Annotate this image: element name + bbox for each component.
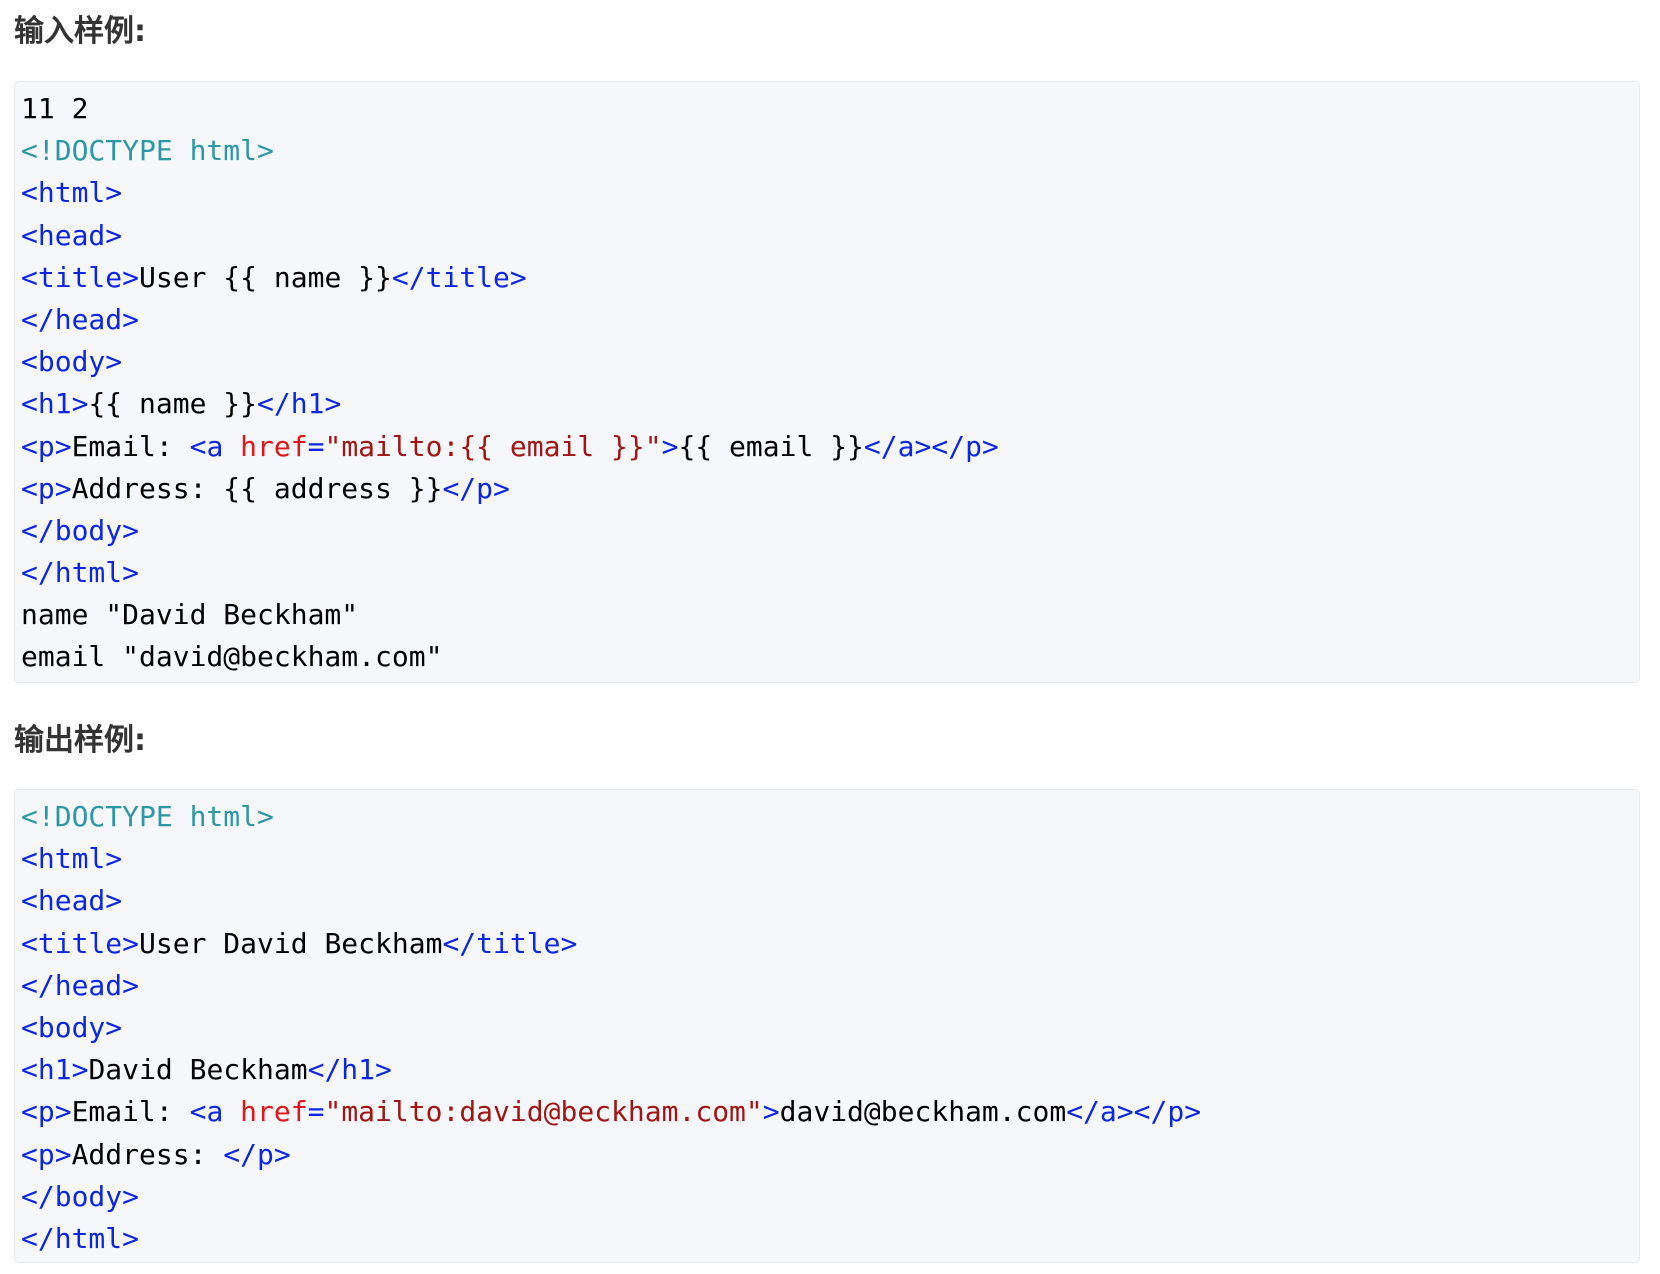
tag-token: </p> [442, 471, 510, 505]
tag-token: </h1> [257, 387, 342, 421]
attribute-value: "mailto:david@beckham.com" [324, 1095, 763, 1129]
tag-token: </a></p> [1066, 1095, 1202, 1129]
code-line: <body> [21, 341, 1639, 383]
code-line: </html> [21, 1218, 1639, 1260]
tag-token: > [762, 1095, 780, 1129]
tag-token: </title> [391, 260, 527, 294]
code-line: <head> [21, 215, 1639, 257]
code-line: <html> [21, 172, 1639, 214]
code-text: David Beckham [88, 1053, 308, 1087]
code-line: </body> [21, 510, 1639, 552]
tag-token: </h1> [307, 1053, 392, 1087]
tag-token: </p> [223, 1137, 291, 1171]
code-line: email "david@beckham.com" [21, 636, 1639, 678]
tag-token: </a></p> [863, 429, 999, 463]
tag-token: <p> [21, 429, 72, 463]
tag-token: <head> [21, 218, 123, 252]
code-text: User David Beckham [139, 926, 443, 960]
code-text: email "david@beckham.com" [21, 640, 443, 674]
tag-token: <h1> [21, 387, 89, 421]
tag-token: <h1> [21, 1053, 89, 1087]
code-text: name "David Beckham" [21, 598, 359, 632]
code-line: <title>User David Beckham</title> [21, 923, 1639, 965]
input-sample-code-block: 11 2 <!DOCTYPE html> <html> <head> <title>Us… [14, 81, 1640, 683]
tag-token: </head> [21, 968, 140, 1002]
tag-token: </head> [21, 302, 140, 336]
code-text: Address: {{ address }} [71, 471, 443, 505]
code-line: <p>Email: <a href="mailto:david@beckham.… [21, 1091, 1639, 1133]
code-line: <p>Address: </p> [21, 1134, 1639, 1176]
tag-token: <head> [21, 884, 123, 918]
code-text: {{ email }} [678, 429, 864, 463]
tag-token: <p> [21, 471, 72, 505]
code-text: User {{ name }} [139, 260, 392, 294]
code-line: name "David Beckham" [21, 594, 1639, 636]
tag-token: <a [189, 429, 241, 463]
code-line: <h1>David Beckham</h1> [21, 1049, 1639, 1091]
tag-token: <html> [21, 842, 123, 876]
tag-token: <p> [21, 1137, 72, 1171]
code-text: {{ name }} [88, 387, 258, 421]
tag-token: </body> [21, 1179, 140, 1213]
code-line: <p>Address: {{ address }}</p> [21, 468, 1639, 510]
output-sample-heading: 输出样例: [14, 723, 146, 758]
tag-token: <body> [21, 1010, 123, 1044]
code-line: </html> [21, 552, 1639, 594]
tag-token: </html> [21, 556, 140, 590]
doctype-token: <!DOCTYPE html> [21, 800, 274, 833]
code-text: Address: [71, 1137, 224, 1171]
code-text: 11 2 [21, 92, 89, 125]
tag-token: </html> [21, 1221, 140, 1255]
code-line: </head> [21, 965, 1639, 1007]
tag-token: <p> [21, 1095, 72, 1129]
code-line: <!DOCTYPE html> [21, 130, 1639, 172]
tag-token: <body> [21, 345, 123, 379]
output-sample-code-block: <!DOCTYPE html> <html> <head> <title>User D… [14, 789, 1640, 1263]
code-text: david@beckham.com [779, 1095, 1067, 1129]
attribute-value: "mailto:{{ email }}" [324, 429, 662, 463]
tag-token: = [307, 1095, 325, 1129]
tag-token: > [661, 429, 679, 463]
tag-token: <title> [21, 926, 140, 960]
code-line: <head> [21, 880, 1639, 922]
tag-token: </title> [442, 926, 578, 960]
code-text: Email: [71, 1095, 190, 1129]
code-line: <!DOCTYPE html> [21, 796, 1639, 838]
code-line: 11 2 [21, 88, 1639, 130]
attribute-name: href [240, 1095, 308, 1129]
tag-token: <a [189, 1095, 241, 1129]
code-line: <p>Email: <a href="mailto:{{ email }}">{… [21, 426, 1639, 468]
tag-token: <html> [21, 176, 123, 210]
input-sample-heading: 输入样例: [14, 14, 146, 49]
attribute-name: href [240, 429, 308, 463]
tag-token: </body> [21, 513, 140, 547]
tag-token: <title> [21, 260, 140, 294]
code-line: <title>User {{ name }}</title> [21, 257, 1639, 299]
code-line: <body> [21, 1007, 1639, 1049]
code-text: Email: [71, 429, 190, 463]
doctype-token: <!DOCTYPE html> [21, 134, 274, 168]
code-line: </head> [21, 299, 1639, 341]
code-line: <h1>{{ name }}</h1> [21, 383, 1639, 425]
tag-token: = [307, 429, 325, 463]
code-line: </body> [21, 1176, 1639, 1218]
code-line: <html> [21, 838, 1639, 880]
